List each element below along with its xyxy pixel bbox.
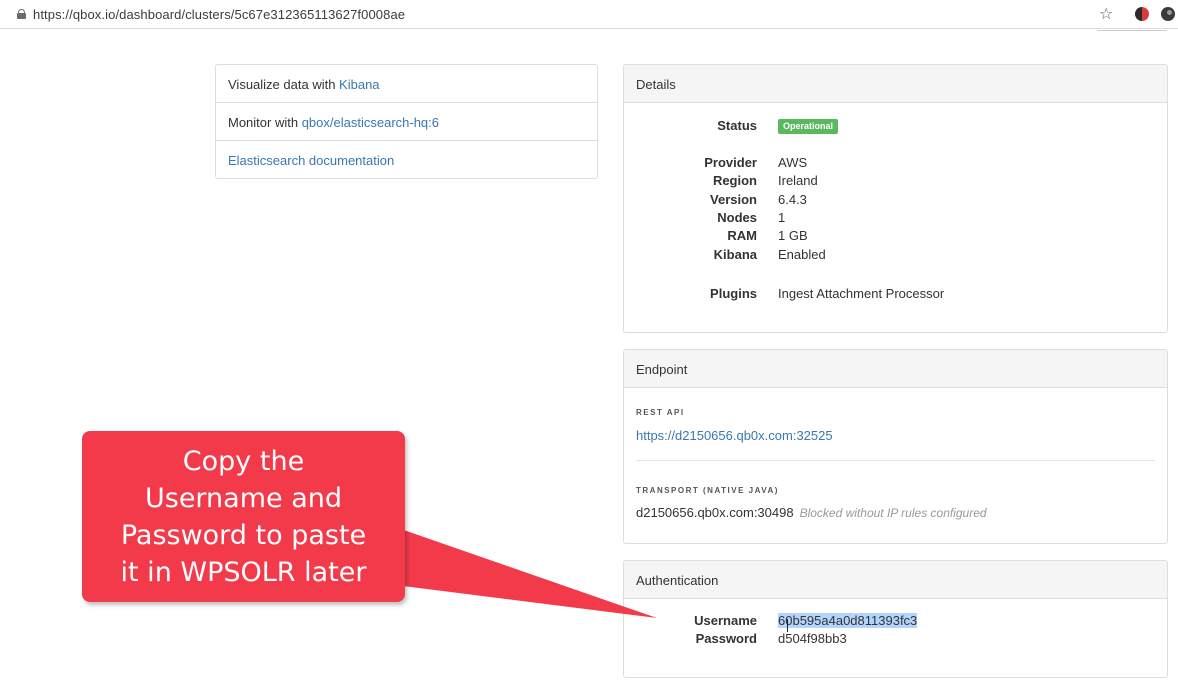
kibana-label: Kibana <box>713 247 757 262</box>
ram-label: RAM <box>727 228 757 243</box>
detail-row: Region Ireland <box>624 173 1167 191</box>
version-label: Version <box>710 192 757 207</box>
endpoint-heading: Endpoint <box>624 350 1167 388</box>
quick-links-list: Visualize data with Kibana Monitor with … <box>215 64 598 179</box>
transport-label: TRANSPORT (NATIVE JAVA) <box>636 486 779 495</box>
region-value: Ireland <box>778 173 818 188</box>
status-label: Status <box>717 118 757 133</box>
password-row: Password d504f98bb3 <box>624 631 1167 649</box>
callout-line: Copy the <box>182 446 305 477</box>
list-item-docs: Elasticsearch documentation <box>216 140 597 178</box>
elasticsearch-docs-link[interactable]: Elasticsearch documentation <box>228 153 394 168</box>
region-label: Region <box>712 173 757 188</box>
username-row: Username 60b595a4a0d811393fc3 <box>624 613 1167 631</box>
transport-value: d2150656.qb0x.com:30498 Blocked without I… <box>636 505 987 520</box>
transport-note: Blocked without IP rules configured <box>799 506 987 520</box>
username-label: Username <box>694 613 757 628</box>
bookmark-star-icon[interactable]: ☆ <box>1099 4 1113 23</box>
detail-row: Kibana Enabled <box>624 247 1167 265</box>
text-cursor <box>787 619 788 632</box>
list-item-text: Monitor with <box>228 115 302 130</box>
detail-row: Nodes 1 <box>624 210 1167 228</box>
status-row: Status Operational <box>624 118 1167 136</box>
provider-label: Provider <box>704 155 757 170</box>
url-text[interactable]: https://qbox.io/dashboard/clusters/5c67e… <box>33 7 405 22</box>
toolbar-divider <box>1097 28 1167 31</box>
elasticsearch-hq-link[interactable]: qbox/elasticsearch-hq:6 <box>302 115 439 130</box>
transport-address: d2150656.qb0x.com:30498 <box>636 505 794 520</box>
password-label: Password <box>695 631 757 646</box>
username-value[interactable]: 60b595a4a0d811393fc3 <box>778 613 918 628</box>
kibana-link[interactable]: Kibana <box>339 77 379 92</box>
list-item-monitor: Monitor with qbox/elasticsearch-hq:6 <box>216 102 597 140</box>
kibana-value: Enabled <box>778 247 826 262</box>
authentication-panel: Authentication Username 60b595a4a0d81139… <box>623 560 1168 678</box>
password-value[interactable]: d504f98bb3 <box>778 631 847 646</box>
callout-line: Username and <box>144 483 342 514</box>
lock-icon <box>17 9 26 19</box>
nodes-value: 1 <box>778 210 786 225</box>
list-item-text: Visualize data with <box>228 77 340 92</box>
version-value: 6.4.3 <box>778 192 807 207</box>
details-panel: Details Status Operational Provider AWS … <box>623 64 1168 333</box>
detail-row: Version 6.4.3 <box>624 192 1167 210</box>
rest-api-label: REST API <box>636 408 685 417</box>
authentication-heading: Authentication <box>624 561 1167 599</box>
callout-line: Password to paste <box>120 520 367 551</box>
detail-row: RAM 1 GB <box>624 228 1167 246</box>
plugins-value: Ingest Attachment Processor <box>778 286 945 301</box>
plugins-label: Plugins <box>710 286 757 301</box>
endpoint-panel: Endpoint REST API https://d2150656.qb0x.… <box>623 349 1168 544</box>
browser-address-bar[interactable]: https://qbox.io/dashboard/clusters/5c67e… <box>0 0 1178 29</box>
plugins-row: Plugins Ingest Attachment Processor <box>624 286 1167 304</box>
nodes-label: Nodes <box>717 210 757 225</box>
list-item-kibana: Visualize data with Kibana <box>216 65 597 102</box>
endpoint-divider <box>636 460 1155 461</box>
status-badge: Operational <box>778 119 839 134</box>
callout-text: Copy the Username and Password to paste … <box>82 443 405 591</box>
rest-api-url-link[interactable]: https://d2150656.qb0x.com:32525 <box>636 428 833 443</box>
extension-icon[interactable] <box>1135 7 1149 21</box>
provider-value: AWS <box>778 155 808 170</box>
detail-row: Provider AWS <box>624 155 1167 173</box>
ram-value: 1 GB <box>778 228 808 243</box>
details-heading: Details <box>624 65 1167 103</box>
profile-avatar-icon[interactable] <box>1161 7 1175 21</box>
callout-line: it in WPSOLR later <box>120 557 367 588</box>
